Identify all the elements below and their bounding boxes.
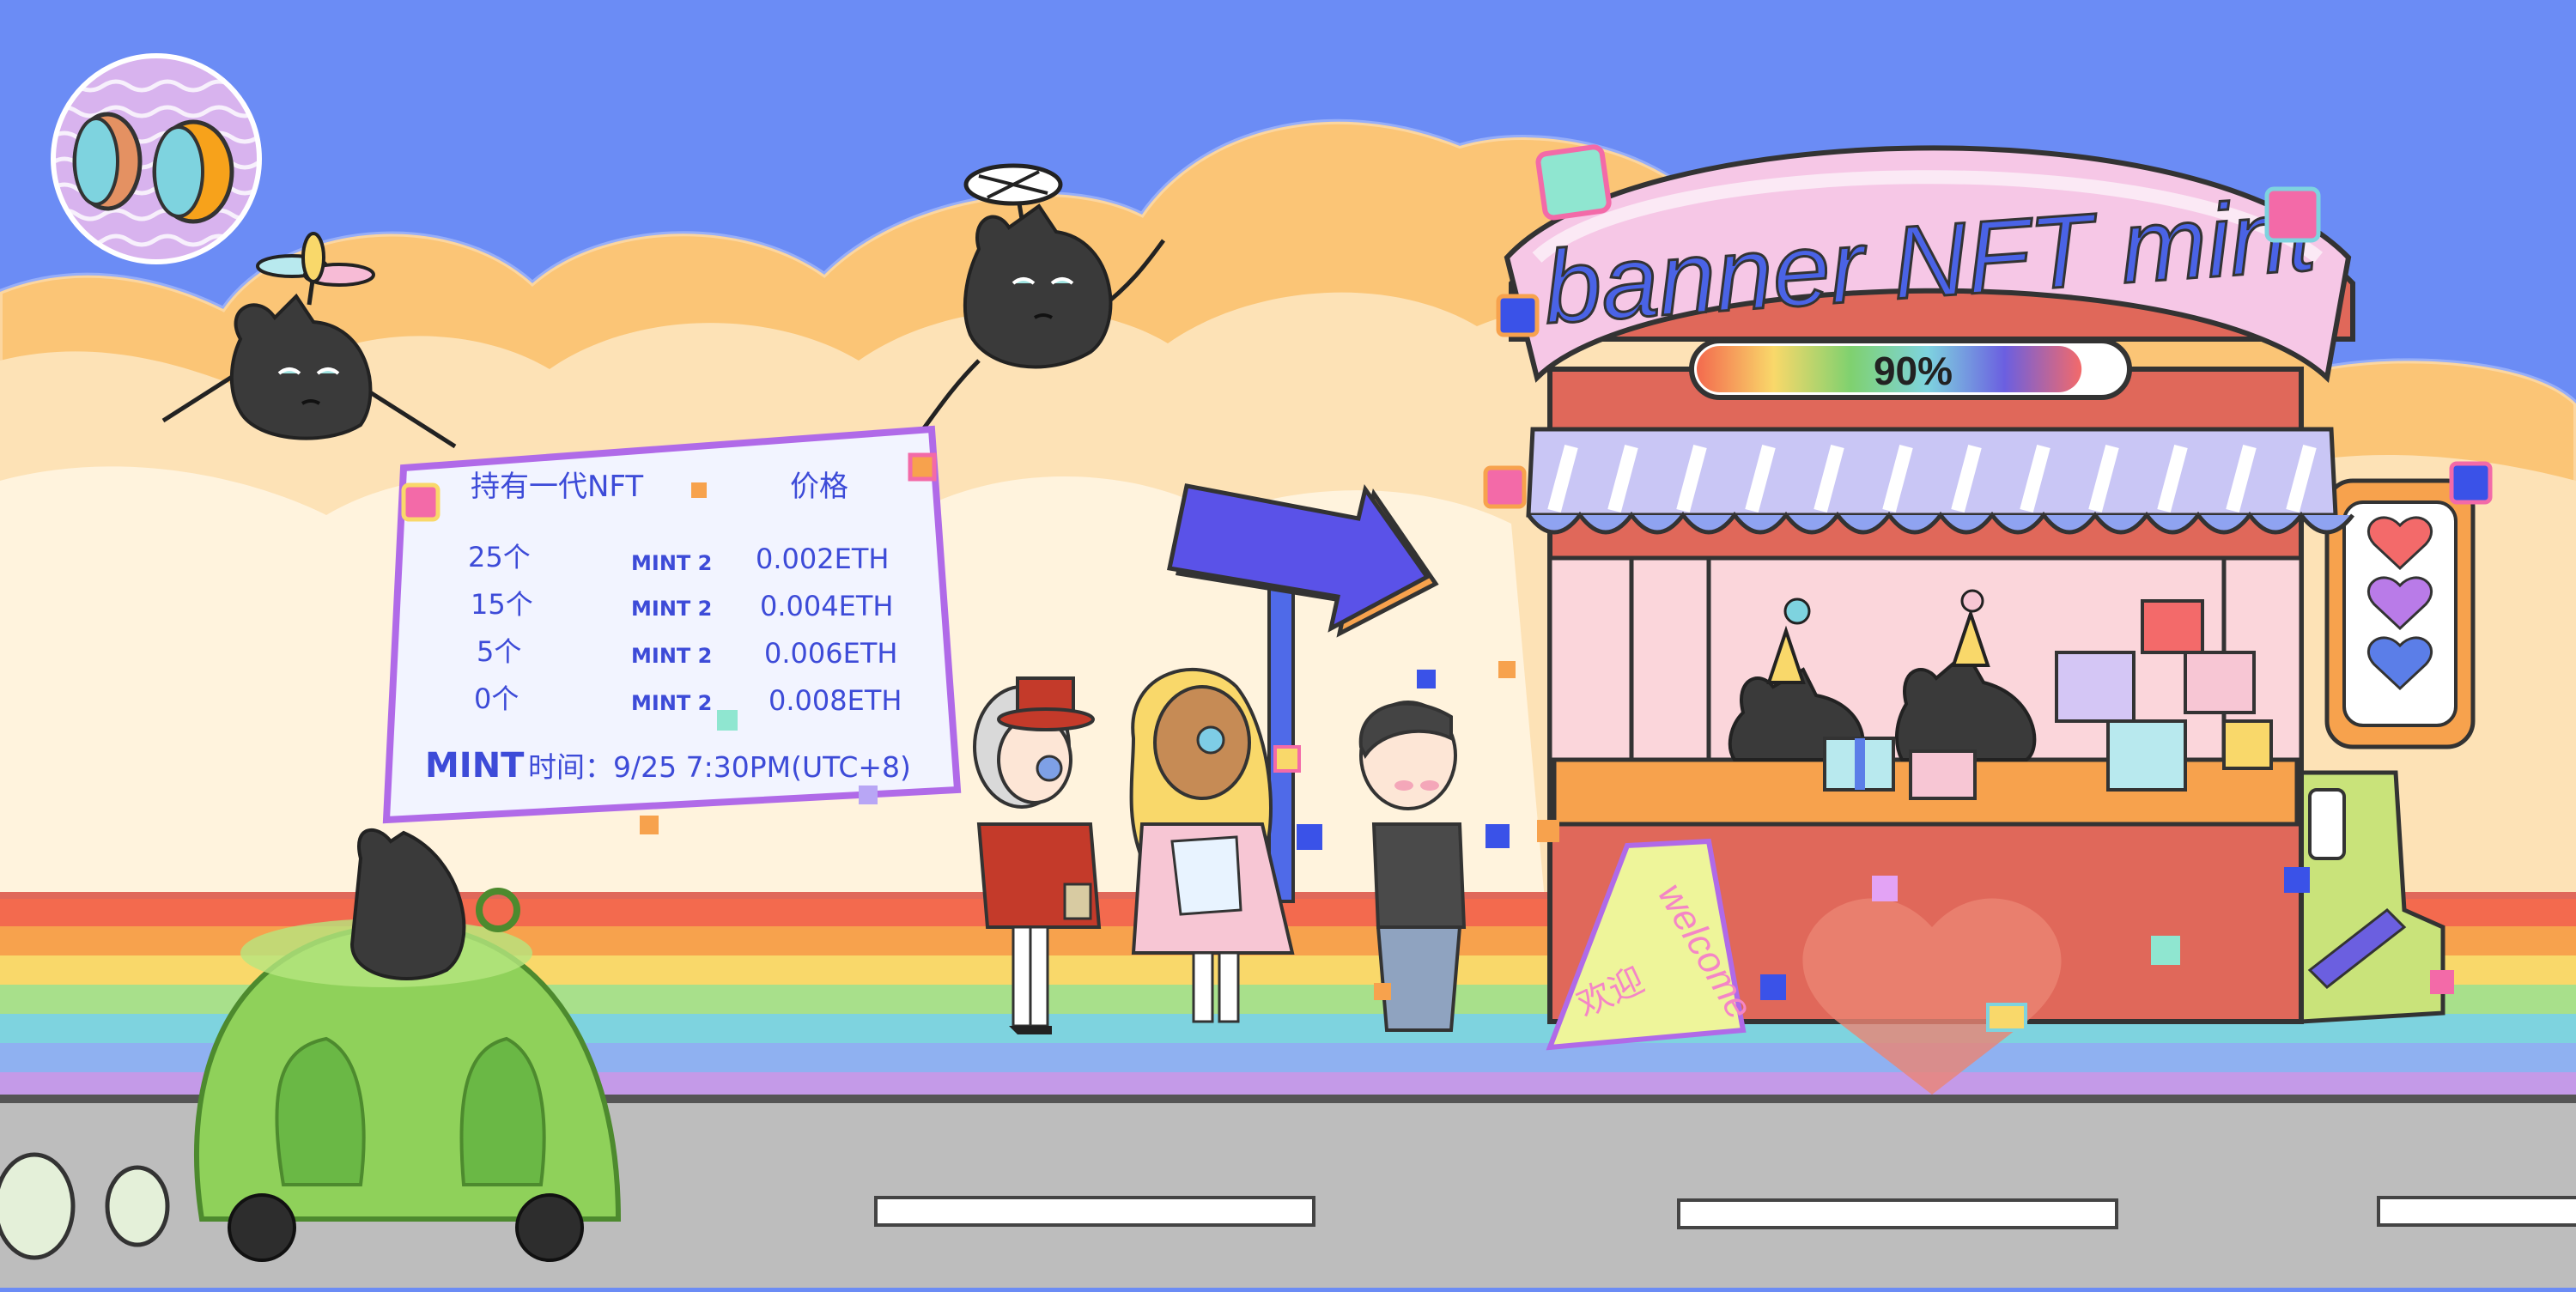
wheel-icon: [515, 1193, 584, 1262]
price-row-held: 0个: [474, 682, 519, 715]
mint-time-label: MINT: [425, 746, 525, 786]
gift-icon: [2222, 719, 2273, 770]
price-row-price: 0.004ETH: [760, 590, 893, 622]
price-sign-col-holding: 持有一代NFT: [471, 470, 643, 504]
price-sign: 持有一代NFT 价格 25个 MINT 2 0.002ETH 15个 MINT …: [382, 425, 962, 824]
moon-icon: [51, 53, 262, 264]
price-sign-col-price: 价格: [790, 470, 848, 504]
booth: banner NFT mint 90% welcome 欢迎: [1504, 145, 2476, 1095]
price-row-held: 5个: [477, 635, 521, 668]
price-row-price: 0.002ETH: [756, 543, 889, 575]
gift-icon: [2106, 719, 2187, 792]
road-line: [2377, 1196, 2576, 1227]
wheel-icon: [228, 1193, 296, 1262]
awning: [1526, 427, 2354, 535]
gift-icon: [2141, 599, 2204, 654]
gift-icon: [1909, 749, 1977, 800]
price-row-mint: MINT 2: [631, 691, 712, 715]
gift-icon: [2055, 651, 2136, 723]
exhaust-cloud: [0, 1152, 76, 1260]
mint-progress-bar: 90%: [1689, 338, 2132, 400]
price-row-mint: MINT 2: [631, 551, 712, 575]
road-line: [874, 1196, 1315, 1227]
nft-mint-scene: 持有一代NFT 价格 25个 MINT 2 0.002ETH 15个 MINT …: [0, 0, 2576, 1288]
price-row-held: 25个: [468, 541, 531, 573]
price-row-price: 0.008ETH: [769, 684, 902, 717]
exhaust-cloud: [105, 1165, 170, 1247]
price-row-price: 0.006ETH: [764, 637, 897, 670]
mint-time-value: 时间：9/25 7:30PM(UTC+8): [528, 750, 911, 784]
road-line: [1677, 1198, 2118, 1229]
gift-icon: [2184, 651, 2256, 714]
scene-svg: 持有一代NFT 价格 25个 MINT 2 0.002ETH 15个 MINT …: [0, 0, 2576, 1288]
price-row-mint: MINT 2: [631, 597, 712, 621]
progress-text: 90%: [1874, 349, 1953, 393]
price-row-held: 15个: [471, 588, 533, 621]
price-row-mint: MINT 2: [631, 644, 712, 668]
